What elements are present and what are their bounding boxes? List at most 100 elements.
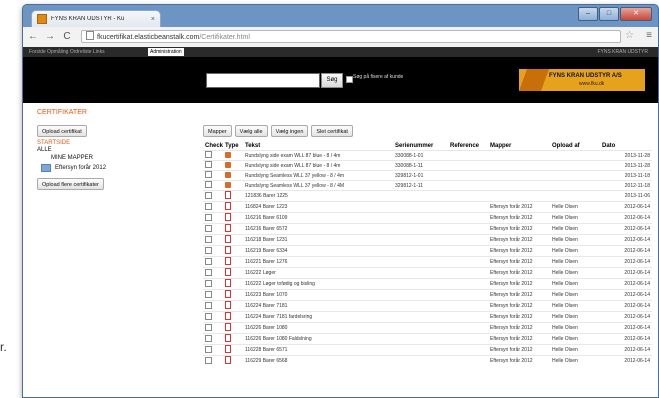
- back-arrow-icon[interactable]: ←: [26, 30, 40, 44]
- table-row[interactable]: 116228 Barer 6571 Eftersyn forår 2012 Hell…: [203, 344, 652, 356]
- select-none-button[interactable]: Vælg ingen: [270, 125, 309, 137]
- col-header-dato[interactable]: Dato: [600, 141, 652, 151]
- bookmark-star-icon[interactable]: ☆: [625, 30, 634, 41]
- upload-multiple-button[interactable]: Opload flere certifikater: [37, 178, 104, 190]
- sidebar-item-startside[interactable]: STARTSIDE: [37, 140, 70, 146]
- minimize-button[interactable]: –: [578, 7, 598, 21]
- table-row[interactable]: 116224 Barer 7181 Eftersyn forår 2012 Hell…: [203, 300, 652, 312]
- table-row[interactable]: Rundslyng Seamless WLL 37 yellow - 8 / 4…: [203, 180, 652, 191]
- close-window-button[interactable]: ✕: [620, 7, 652, 21]
- col-header-opload-af[interactable]: Opload af: [550, 141, 600, 151]
- row-checkbox-input[interactable]: [205, 161, 212, 168]
- row-checkbox-input[interactable]: [205, 257, 212, 265]
- table-row[interactable]: 116222 Løger Eftersyn forår 2012 Helle Ols…: [203, 267, 652, 279]
- row-tekst[interactable]: 116222 Løger tofødig og bisling: [243, 278, 393, 290]
- table-row[interactable]: 116226 Barer 1080 Faldslning Eftersyn for…: [203, 333, 652, 345]
- row-dato: 2012-06-14: [600, 300, 652, 312]
- pdf-file-icon: [225, 246, 231, 254]
- row-tekst[interactable]: 116226 Barer 1080 Faldslning: [243, 333, 393, 345]
- row-checkbox-input[interactable]: [205, 323, 212, 331]
- menu-icon[interactable]: ≡: [646, 30, 652, 41]
- row-tekst[interactable]: 116226 Barer 1080: [243, 322, 393, 334]
- table-row[interactable]: Rundslyng Seamless WLL 37 yellow - 8 / 4…: [203, 170, 652, 181]
- row-tekst[interactable]: 116224 Barer 7181: [243, 300, 393, 312]
- row-checkbox-input[interactable]: [205, 246, 212, 254]
- row-type-icon: [223, 150, 243, 161]
- row-tekst[interactable]: 116216 Barer 6572: [243, 223, 393, 235]
- row-checkbox-input[interactable]: [205, 235, 212, 243]
- top-nav-links[interactable]: Forside Opmåling Ordreliste Links: [29, 47, 105, 57]
- row-tekst[interactable]: 116228 Barer 6571: [243, 344, 393, 356]
- top-nav-administration[interactable]: Administration: [148, 48, 184, 56]
- row-checkbox-input[interactable]: [205, 268, 212, 276]
- row-tekst[interactable]: 116223 Barer 1070: [243, 289, 393, 301]
- sidebar-item-alle[interactable]: ALLE: [37, 147, 52, 153]
- row-checkbox-input[interactable]: [205, 356, 212, 364]
- table-row[interactable]: 116221 Barer 1276 Eftersyn forår 2012 Hell…: [203, 256, 652, 268]
- col-header-serienummer[interactable]: Serienummer: [393, 141, 448, 151]
- table-row[interactable]: 116216 Barer 6109 Eftersyn forår 2012 Hell…: [203, 212, 652, 224]
- row-checkbox-input[interactable]: [205, 202, 212, 210]
- table-row[interactable]: Rundslyng side exam WLL 87 blue - 8 / 4m…: [203, 150, 652, 161]
- row-tekst[interactable]: 116222 Løger: [243, 267, 393, 279]
- delete-certificate-button[interactable]: Slet certifikat: [311, 125, 353, 137]
- forward-arrow-icon[interactable]: →: [43, 30, 57, 44]
- reload-icon[interactable]: C: [60, 30, 74, 44]
- col-header-tekst[interactable]: Tekst: [243, 141, 393, 151]
- row-checkbox-input[interactable]: [205, 301, 212, 309]
- maximize-button[interactable]: □: [599, 7, 619, 21]
- row-checkbox: [203, 300, 223, 312]
- row-reference: [448, 322, 488, 334]
- row-checkbox-input[interactable]: [205, 191, 212, 199]
- row-checkbox-input[interactable]: [205, 312, 212, 320]
- row-tekst[interactable]: 121836 Barer 1225: [243, 190, 393, 202]
- row-tekst[interactable]: 116229 Barer 6568: [243, 355, 393, 366]
- row-checkbox-input[interactable]: [205, 224, 212, 232]
- row-checkbox-input[interactable]: [205, 345, 212, 353]
- row-checkbox-input[interactable]: [205, 213, 212, 221]
- row-tekst[interactable]: Rundslyng side exam WLL 87 blue - 8 / 4m: [243, 150, 393, 161]
- col-header-reference[interactable]: Reference: [448, 141, 488, 151]
- table-row[interactable]: 116224 Barer 7181 fardelsring Eftersyn fo…: [203, 311, 652, 323]
- row-tekst[interactable]: Rundslyng Seamless WLL 37 yellow - 8 / 4…: [243, 170, 393, 181]
- search-button[interactable]: Søg: [321, 73, 343, 88]
- tab-close-icon[interactable]: ×: [151, 16, 155, 23]
- table-row[interactable]: 116216 Barer 6572 Eftersyn forår 2012 Hell…: [203, 223, 652, 235]
- row-reference: [448, 311, 488, 323]
- row-tekst[interactable]: 116218 Barer 1231: [243, 234, 393, 246]
- sidebar-item-folder[interactable]: Eftersyn forår 2012: [41, 164, 106, 172]
- row-tekst[interactable]: 116824 Barer 1223: [243, 201, 393, 213]
- col-header-mapper[interactable]: Mapper: [488, 141, 550, 151]
- table-row[interactable]: 116222 Løger tofødig og bisling Eftersyn …: [203, 278, 652, 290]
- row-tekst[interactable]: 116224 Barer 7181 fardelsring: [243, 311, 393, 323]
- address-bar[interactable]: fkucertifikat.elasticbeanstalk.com/Certi…: [81, 30, 621, 43]
- image-file-icon: [225, 151, 231, 158]
- row-serienummer: [393, 311, 448, 323]
- row-tekst[interactable]: Rundslyng Seamless WLL 37 yellow - 8 / 4…: [243, 180, 393, 191]
- sidebar-item-mine-mapper[interactable]: MINE MAPPER: [51, 155, 93, 161]
- search-input[interactable]: [206, 73, 320, 88]
- row-checkbox-input[interactable]: [205, 171, 212, 178]
- table-row[interactable]: 116218 Barer 1231 Eftersyn forår 2012 Hell…: [203, 234, 652, 246]
- table-row[interactable]: 116824 Barer 1223 Eftersyn forår 2012 Hell…: [203, 201, 652, 213]
- browser-tab[interactable]: FYNS KRAN UDSTYR - Ku ×: [31, 10, 161, 27]
- search-customer-checkbox[interactable]: [346, 76, 353, 83]
- table-row[interactable]: 116229 Barer 6568 Eftersyn forår 2012 Hell…: [203, 355, 652, 366]
- table-row[interactable]: 121836 Barer 1225 2013-11-06: [203, 190, 652, 202]
- folders-button[interactable]: Mapper: [203, 125, 232, 137]
- row-tekst[interactable]: Rundslyng side exam WLL 87 blue - 8 / 4m: [243, 160, 393, 171]
- row-tekst[interactable]: 116216 Barer 6109: [243, 212, 393, 224]
- table-row[interactable]: 116223 Barer 1070 Eftersyn forår 2012 Hell…: [203, 289, 652, 301]
- upload-certificate-button[interactable]: Opload certifikat: [37, 125, 87, 137]
- table-row[interactable]: 116219 Barer 6334 Eftersyn forår 2012 Hell…: [203, 245, 652, 257]
- row-checkbox-input[interactable]: [205, 290, 212, 298]
- row-tekst[interactable]: 116219 Barer 6334: [243, 245, 393, 257]
- table-row[interactable]: Rundslyng side exam WLL 87 blue - 8 / 4m…: [203, 160, 652, 171]
- select-all-button[interactable]: Vælg alle: [234, 125, 268, 137]
- table-row[interactable]: 116226 Barer 1080 Eftersyn forår 2012 Hell…: [203, 322, 652, 334]
- row-checkbox-input[interactable]: [205, 151, 212, 158]
- row-checkbox-input[interactable]: [205, 181, 212, 188]
- row-checkbox-input[interactable]: [205, 334, 212, 342]
- row-tekst[interactable]: 116221 Barer 1276: [243, 256, 393, 268]
- row-checkbox-input[interactable]: [205, 279, 212, 287]
